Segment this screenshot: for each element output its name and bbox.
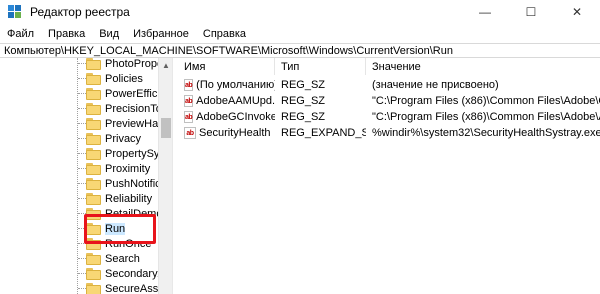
- value-name: AdobeAAMUpd...: [196, 95, 275, 107]
- tree-item-reliability[interactable]: Reliability: [78, 191, 152, 206]
- string-value-icon: ab: [184, 95, 194, 107]
- value-data: "C:\Program Files (x86)\Common Files\Ado…: [372, 111, 600, 123]
- registry-editor-icon: [8, 5, 22, 19]
- tree-item-search[interactable]: Search: [78, 251, 140, 266]
- value-type: REG_SZ: [281, 111, 326, 123]
- tree-item-label: PhotoPrope: [105, 58, 164, 70]
- string-value-icon: ab: [184, 127, 196, 139]
- folder-icon: [86, 177, 102, 190]
- folder-icon: [86, 58, 102, 70]
- column-header-type[interactable]: Тип: [275, 58, 366, 75]
- string-value-icon: ab: [184, 111, 194, 123]
- value-name: AdobeGCInvoke...: [196, 111, 275, 123]
- tree-item-label: Search: [105, 252, 140, 265]
- tree-item-secondaryauth[interactable]: SecondaryA: [78, 266, 165, 281]
- highlight-annotation: [84, 214, 156, 244]
- tree-item-previewhandlers[interactable]: PreviewHan: [78, 116, 164, 131]
- tree-item-label: PreviewHan: [105, 117, 165, 130]
- key-tree: PhotoPrope Policies PowerEfficie Precisi…: [0, 58, 172, 294]
- scroll-thumb[interactable]: [161, 118, 171, 138]
- value-type: REG_EXPAND_SZ: [281, 127, 366, 139]
- maximize-button[interactable]: ☐: [508, 0, 554, 24]
- tree-item-secureassessment[interactable]: SecureAsses: [78, 281, 170, 294]
- tree-item-label: PushNotific: [105, 177, 161, 190]
- list-header: Имя Тип Значение: [178, 58, 600, 75]
- menu-file[interactable]: Файл: [0, 28, 41, 40]
- value-data: (значение не присвоено): [372, 79, 499, 91]
- value-data: "C:\Program Files (x86)\Common Files\Ado…: [372, 95, 600, 107]
- menu-edit[interactable]: Правка: [41, 28, 92, 40]
- menu-favorites[interactable]: Избранное: [126, 28, 196, 40]
- folder-icon: [86, 267, 102, 280]
- value-type: REG_SZ: [281, 95, 326, 107]
- value-name: SecurityHealth: [199, 127, 271, 139]
- column-header-name[interactable]: Имя: [178, 58, 275, 75]
- menu-view[interactable]: Вид: [92, 28, 126, 40]
- menu-help[interactable]: Справка: [196, 28, 253, 40]
- tree-item-powerefficiency[interactable]: PowerEfficie: [78, 86, 166, 101]
- folder-icon: [86, 282, 102, 294]
- tree-item-photoproperty[interactable]: PhotoPrope: [78, 58, 163, 71]
- folder-icon: [86, 102, 102, 115]
- string-value-icon: ab: [184, 79, 194, 91]
- minimize-button[interactable]: —: [462, 0, 508, 24]
- tree-item-precisiontouchpad[interactable]: PrecisionTo: [78, 101, 162, 116]
- folder-icon: [86, 162, 102, 175]
- table-row[interactable]: ab SecurityHealth REG_EXPAND_SZ %windir%…: [178, 125, 600, 141]
- scroll-up-arrow-icon[interactable]: ▲: [159, 58, 173, 72]
- table-row[interactable]: ab (По умолчанию) REG_SZ (значение не пр…: [178, 77, 600, 93]
- tree-item-privacy[interactable]: Privacy: [78, 131, 141, 146]
- tree-item-policies[interactable]: Policies: [78, 71, 143, 86]
- values-list: Имя Тип Значение ab (По умолчанию) REG_S…: [178, 58, 600, 294]
- value-data: %windir%\system32\SecurityHealthSystray.…: [372, 127, 600, 139]
- tree-item-label: PowerEfficie: [105, 87, 166, 100]
- title-bar: Редактор реестра — ☐ ✕: [0, 0, 600, 24]
- column-header-value[interactable]: Значение: [366, 58, 600, 75]
- folder-icon: [86, 147, 102, 160]
- folder-icon: [86, 132, 102, 145]
- folder-icon: [86, 87, 102, 100]
- tree-item-label: PropertySys: [105, 147, 165, 160]
- close-button[interactable]: ✕: [554, 0, 600, 24]
- tree-item-pushnotifications[interactable]: PushNotific: [78, 176, 161, 191]
- table-row[interactable]: ab AdobeGCInvoke... REG_SZ "C:\Program F…: [178, 109, 600, 125]
- table-row[interactable]: ab AdobeAAMUpd... REG_SZ "C:\Program Fil…: [178, 93, 600, 109]
- tree-item-proximity[interactable]: Proximity: [78, 161, 150, 176]
- menu-bar: Файл Правка Вид Избранное Справка: [0, 24, 600, 43]
- value-type: REG_SZ: [281, 79, 326, 91]
- tree-item-label: Proximity: [105, 162, 151, 175]
- tree-item-label: SecondaryA: [105, 267, 165, 280]
- address-path: Компьютер\HKEY_LOCAL_MACHINE\SOFTWARE\Mi…: [4, 44, 453, 57]
- tree-item-label: PrecisionTo: [105, 102, 162, 115]
- window-controls: — ☐ ✕: [462, 0, 600, 24]
- folder-icon: [86, 72, 102, 85]
- tree-item-propertysystem[interactable]: PropertySys: [78, 146, 165, 161]
- tree-item-label: Policies: [105, 72, 143, 85]
- folder-icon: [86, 192, 102, 205]
- folder-icon: [86, 117, 102, 130]
- tree-item-label: Privacy: [105, 132, 142, 145]
- address-bar[interactable]: Компьютер\HKEY_LOCAL_MACHINE\SOFTWARE\Mi…: [0, 43, 600, 58]
- window-title: Редактор реестра: [30, 5, 130, 19]
- tree-scrollbar[interactable]: ▲: [158, 58, 172, 294]
- tree-item-label: Reliability: [105, 192, 153, 205]
- folder-icon: [86, 252, 102, 265]
- value-name: (По умолчанию): [196, 79, 275, 91]
